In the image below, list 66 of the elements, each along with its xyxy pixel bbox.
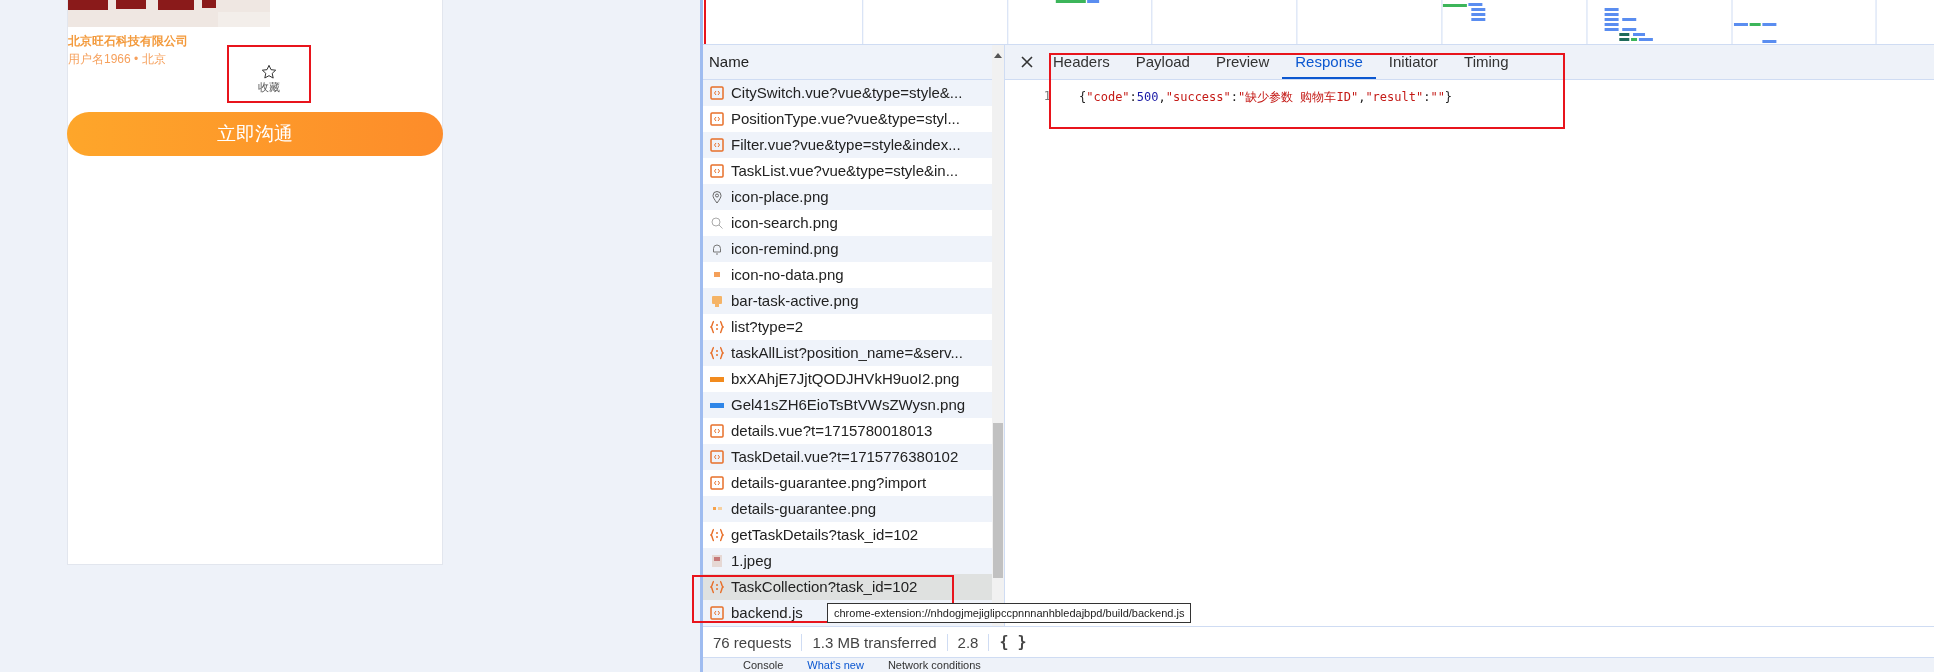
timing-bar (1471, 18, 1486, 21)
scroll-up-icon[interactable] (993, 51, 1003, 59)
drawer-tab[interactable]: Network conditions (887, 659, 981, 671)
star-icon (261, 64, 277, 80)
timing-bar (1622, 18, 1637, 21)
timing-bar (1633, 33, 1645, 36)
timing-bar (1622, 28, 1637, 31)
drawer-tab[interactable]: What's new (807, 659, 864, 671)
file-code-icon (710, 423, 724, 438)
request-row[interactable]: details-guarantee.png (703, 495, 992, 522)
timing-bar (1471, 8, 1486, 11)
favorite-button[interactable]: 收藏 (227, 45, 311, 103)
request-row[interactable]: Filter.vue?vue&type=style&index... (703, 131, 992, 158)
panel-tab[interactable]: Timing (1451, 45, 1522, 79)
panel-tab[interactable]: Payload (1122, 45, 1203, 79)
image-thumbnail-icon (712, 507, 722, 511)
file-code-icon (710, 449, 724, 464)
request-row[interactable]: 1.jpeg (703, 547, 992, 574)
timing-bar (1604, 8, 1619, 11)
scrollbar-thumb[interactable] (993, 423, 1003, 578)
file-code-icon (710, 475, 724, 490)
status-text: 1.3 MB transferred (802, 633, 948, 651)
drawer-tab[interactable]: Console (743, 659, 784, 671)
braces-icon (710, 345, 724, 360)
request-row[interactable]: bar-task-active.png (703, 287, 992, 314)
response-json: {"code":500,"success":"缺少参数 购物车ID","result":""} (1079, 89, 1453, 106)
timing-bar (1604, 13, 1619, 16)
timing-bar (1762, 40, 1777, 43)
timing-bar (1604, 23, 1619, 26)
timing-bar (1604, 18, 1619, 21)
braces-icon (710, 527, 724, 542)
timing-bar (1604, 28, 1619, 31)
timing-bar (1619, 33, 1630, 36)
panel-tab[interactable]: Response (1282, 45, 1376, 79)
panel-tab[interactable]: Preview (1202, 45, 1283, 79)
tooltip: chrome-extension://nhdogjmejiglipccpnnnanhbledajbpd/build/backend.js (827, 603, 1192, 623)
braces-icon (710, 579, 724, 594)
request-row[interactable]: icon-remind.png (703, 235, 992, 262)
request-row[interactable]: CitySwitch.vue?vue&type=style&... (703, 79, 992, 106)
status-text: 2.8 (947, 633, 990, 651)
file-code-icon (710, 163, 724, 178)
panel-tab[interactable]: Initiator (1375, 45, 1452, 79)
pin-icon (710, 189, 724, 204)
file-code-icon (710, 85, 724, 100)
bell-icon (710, 241, 724, 256)
braces-icon (710, 319, 724, 334)
file-code-icon (710, 137, 724, 152)
file-code-icon (710, 605, 724, 620)
monitor-icon (710, 293, 724, 308)
column-header[interactable]: Name (703, 45, 992, 80)
status-text: 76 requests (703, 633, 803, 651)
file-code-icon (710, 111, 724, 126)
panel-tab[interactable]: Headers (1040, 45, 1123, 79)
pretty-print-button[interactable]: { } (989, 633, 1037, 651)
search-icon (710, 215, 724, 230)
user-location: 用户名1966 • 北京 (68, 51, 167, 68)
company-name: 北京旺石科技有限公司 (68, 33, 189, 50)
image-thumbnail-icon (714, 272, 720, 278)
request-row[interactable]: icon-place.png (703, 183, 992, 210)
time-marker (704, 0, 706, 44)
request-row[interactable]: TaskDetail.vue?t=1715776380102 (703, 443, 992, 470)
close-icon[interactable] (1020, 55, 1034, 69)
image-thumbnail-icon (710, 553, 724, 568)
request-row[interactable]: Gel41sZH6EioTsBtVWsZWysn.png (703, 391, 992, 418)
timing-bar (1471, 13, 1486, 16)
request-row[interactable]: taskAllList?position_name=&serv... (703, 339, 992, 366)
